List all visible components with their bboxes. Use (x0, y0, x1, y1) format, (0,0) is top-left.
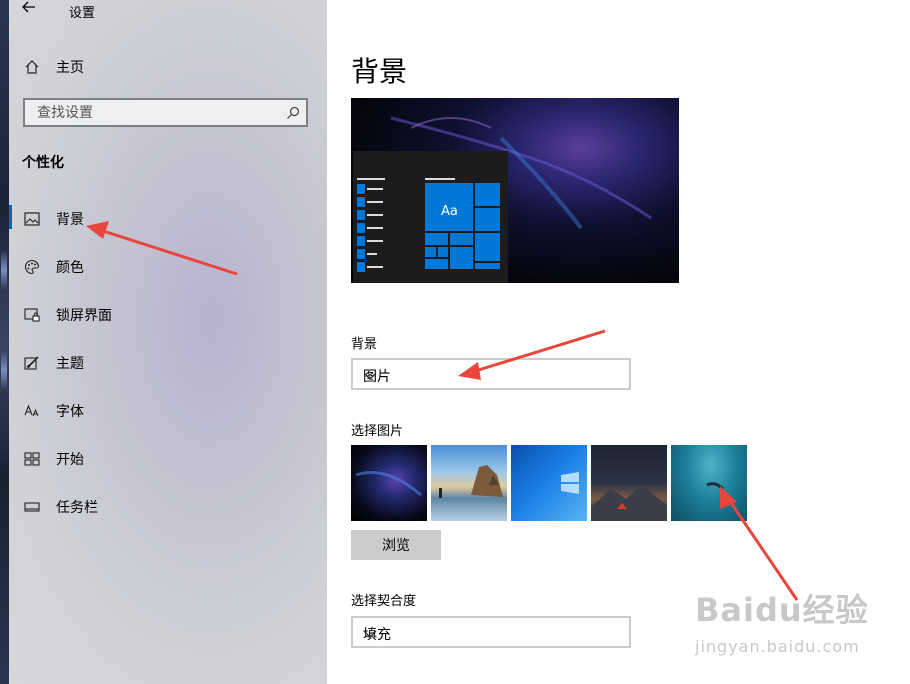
main-content: 背景 Aa 背景 图片 选择图片 浏览 选择契合度 填充 (327, 0, 910, 684)
watermark-url: jingyan.baidu.com (695, 637, 860, 656)
background-label: 背景 (351, 337, 378, 352)
picture-thumbnail-5[interactable] (671, 445, 747, 521)
fit-dropdown[interactable]: 填充 (351, 616, 631, 648)
background-dropdown[interactable]: 图片 (351, 358, 631, 390)
choose-picture-label: 选择图片 (351, 424, 404, 439)
picture-thumbnail-2[interactable] (431, 445, 507, 521)
start-menu-preview: Aa (353, 151, 508, 283)
picture-thumbnail-1[interactable] (351, 445, 427, 521)
start-menu-tiles (357, 178, 500, 272)
watermark-brand: Baidu经验 (695, 591, 869, 629)
annotation-arrow-sidebar (86, 221, 238, 276)
fit-label: 选择契合度 (351, 594, 417, 609)
browse-button[interactable]: 浏览 (351, 530, 441, 560)
picture-thumbnail-3[interactable] (511, 445, 587, 521)
page-title: 背景 (351, 55, 408, 88)
chevron-down-icon (363, 627, 619, 643)
picture-thumbnail-4[interactable] (591, 445, 667, 521)
desktop-preview: Aa (351, 98, 679, 283)
chevron-down-icon (363, 369, 619, 385)
tile-text: Aa (441, 204, 458, 219)
settings-sidebar: 设置 主页 个性化 背景 颜色 锁屏界面 主题 (0, 0, 327, 684)
baidu-watermark: Baidu经验 jingyan.baidu.com (695, 585, 869, 656)
